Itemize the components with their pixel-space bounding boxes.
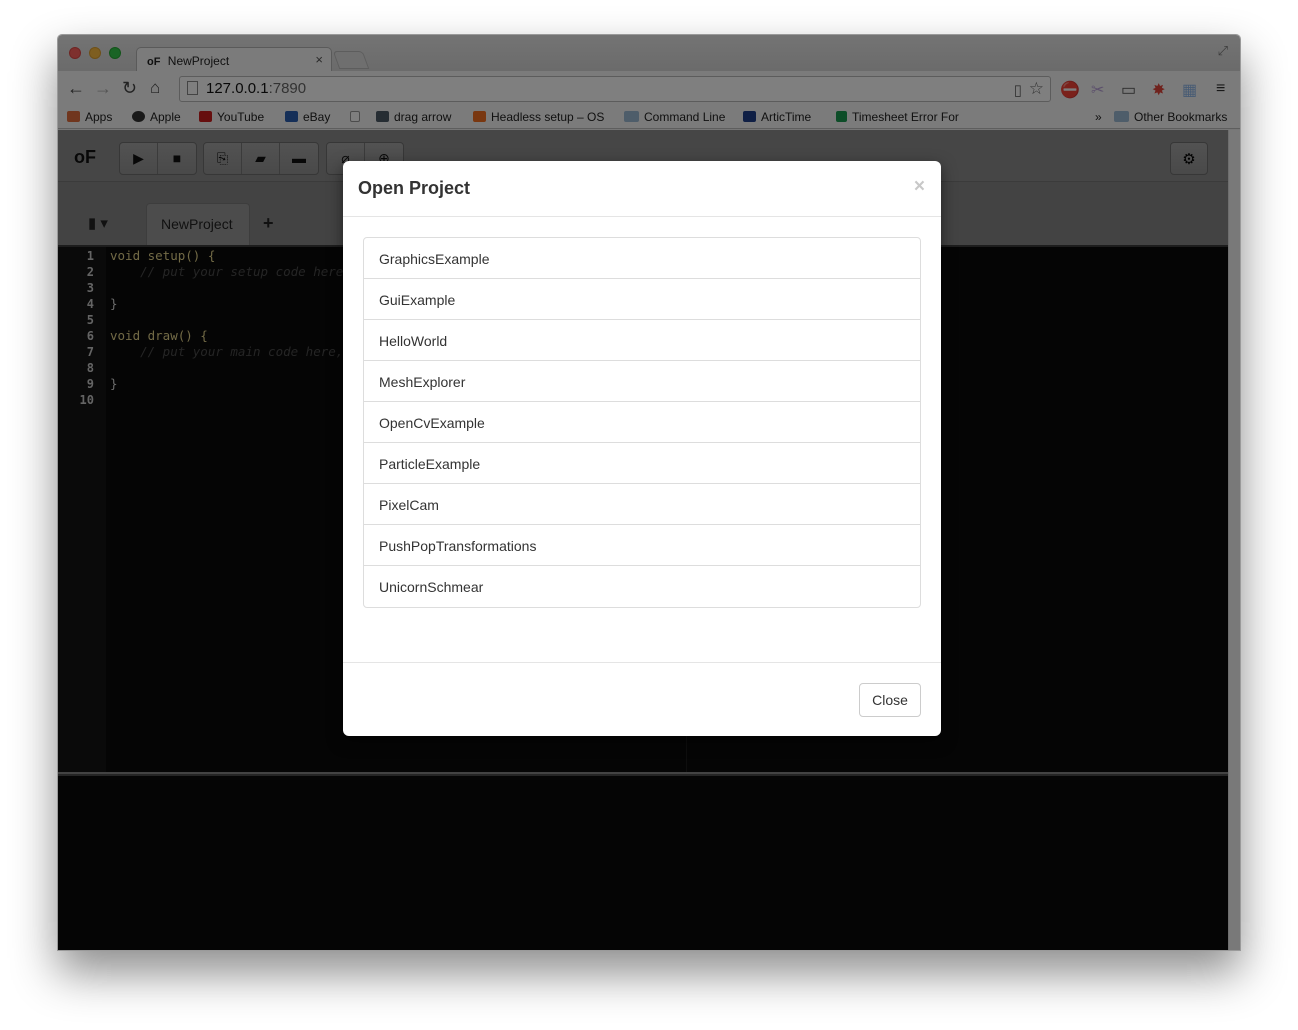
project-item[interactable]: OpenCvExample: [364, 402, 920, 443]
modal-footer: Close: [343, 662, 941, 736]
project-item[interactable]: GraphicsExample: [364, 238, 920, 279]
open-project-modal: Open Project × GraphicsExample GuiExampl…: [343, 161, 941, 736]
project-item[interactable]: UnicornSchmear: [364, 566, 920, 607]
project-item[interactable]: PixelCam: [364, 484, 920, 525]
project-item[interactable]: GuiExample: [364, 279, 920, 320]
modal-title: Open Project: [358, 178, 471, 198]
project-item[interactable]: HelloWorld: [364, 320, 920, 361]
close-icon[interactable]: ×: [914, 176, 925, 198]
project-item[interactable]: MeshExplorer: [364, 361, 920, 402]
modal-header: Open Project ×: [343, 161, 941, 217]
project-item[interactable]: ParticleExample: [364, 443, 920, 484]
project-list: GraphicsExample GuiExample HelloWorld Me…: [363, 237, 921, 608]
close-button[interactable]: Close: [859, 683, 921, 717]
project-item[interactable]: PushPopTransformations: [364, 525, 920, 566]
